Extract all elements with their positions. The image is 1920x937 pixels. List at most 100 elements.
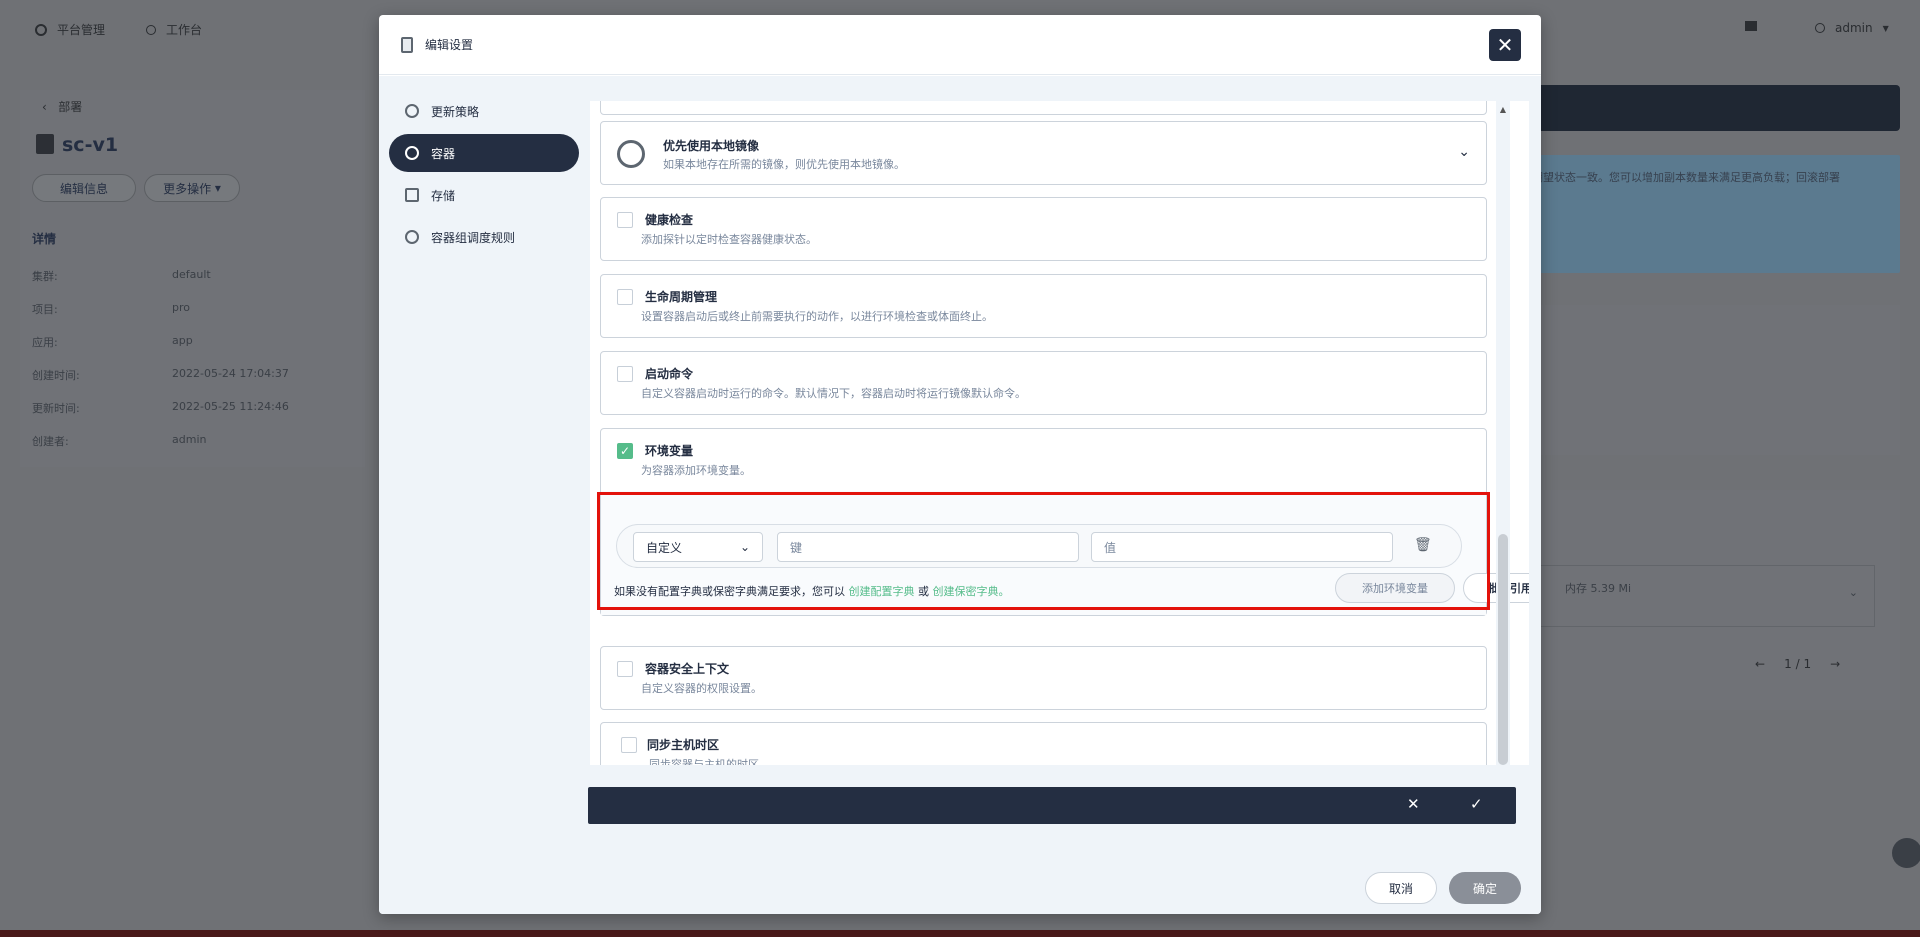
- detail-value: 2022-05-24 17:04:37: [172, 367, 289, 380]
- env-hint: 如果没有配置字典或保密字典满足要求，您可以 创建配置字典 或 创建保密字典。: [614, 583, 1010, 599]
- detail-key: 更新时间:: [32, 402, 80, 415]
- hint-or: 或: [918, 585, 929, 598]
- lifecycle-checkbox[interactable]: [617, 289, 633, 305]
- detail-value: admin: [172, 433, 207, 446]
- app-icon: [36, 134, 54, 154]
- env-vars-checkbox[interactable]: ✓: [617, 443, 633, 459]
- bottom-strip: [0, 930, 1920, 937]
- sidebar-item-scheduling[interactable]: 容器组调度规则: [389, 218, 579, 256]
- nav-platform[interactable]: 平台管理: [35, 21, 105, 38]
- sidebar-item-label: 更新策略: [431, 104, 480, 119]
- start-command-checkbox[interactable]: [617, 366, 633, 382]
- workbench-icon: [146, 24, 156, 35]
- card-title: 生命周期管理: [645, 290, 718, 304]
- detail-key: 应用:: [32, 336, 58, 349]
- detail-key: 创建时间:: [32, 369, 80, 382]
- sidebar-item-storage[interactable]: 存储: [389, 176, 579, 214]
- close-icon: ✕: [1496, 33, 1514, 57]
- card-desc: 自定义容器启动时运行的命令。默认情况下，容器启动时将运行镜像默认命令。: [641, 387, 1026, 400]
- scrollbar-thumb[interactable]: [1498, 534, 1508, 765]
- memory-panel: 内存 5.39 Mi ⌄: [1540, 565, 1875, 627]
- cancel-button[interactable]: 取消: [1365, 872, 1437, 904]
- cancel-label: 取消: [1388, 881, 1413, 896]
- card-desc: 为容器添加环境变量。: [641, 464, 751, 477]
- sync-timezone-checkbox[interactable]: [621, 737, 637, 753]
- card-desc: 自定义容器的权限设置。: [641, 682, 762, 695]
- card-lifecycle: 生命周期管理 设置容器启动后或终止前需要执行的动作，以进行环境检查或体面终止。: [600, 274, 1487, 338]
- container-settings-panel: 优先使用本地镜像 如果本地存在所需的镜像，则优先使用本地镜像。 ⌄ 健康检查 添…: [590, 101, 1529, 765]
- detail-key: 创建者:: [32, 435, 69, 448]
- user-menu[interactable]: admin ▼: [1815, 21, 1889, 35]
- card-health-check: 健康检查 添加探针以定时检查容器健康状态。: [600, 197, 1487, 261]
- scroll-up-icon[interactable]: ▲: [1498, 105, 1508, 114]
- edit-settings-modal: 编辑设置 ✕ 更新策略 容器 存储 容器组调度规则 优先使用本地镜像 如果本地存…: [379, 15, 1541, 914]
- pager-label: 1 / 1: [1784, 657, 1812, 671]
- check-icon[interactable]: ✓: [1470, 795, 1483, 813]
- env-value-placeholder: 值: [1104, 540, 1117, 555]
- modal-header: 编辑设置: [379, 15, 1541, 75]
- chevron-down-icon[interactable]: ⌄: [1458, 144, 1470, 160]
- info-text: 期望状态一致。您可以增加副本数量来满足更高负载；回滚部署: [1532, 171, 1840, 184]
- card-title: 容器安全上下文: [645, 662, 730, 676]
- detail-key: 项目:: [32, 303, 58, 316]
- settings-sidebar: 更新策略 容器 存储 容器组调度规则: [389, 92, 579, 260]
- floating-tool-button[interactable]: [1892, 838, 1920, 868]
- nav-workbench-label: 工作台: [166, 23, 203, 37]
- next-icon[interactable]: →: [1830, 657, 1840, 671]
- create-secret-link[interactable]: 创建保密字典。: [933, 585, 1010, 598]
- modal-title: 编辑设置: [425, 38, 474, 52]
- back-link[interactable]: ‹ 部署: [42, 98, 82, 115]
- chevron-down-icon[interactable]: ⌄: [1849, 586, 1858, 599]
- trash-icon[interactable]: 🗑: [1414, 537, 1432, 553]
- memory-label: 内存 5.39 Mi: [1565, 582, 1632, 595]
- sidebar-item-update-strategy[interactable]: 更新策略: [389, 92, 579, 130]
- more-actions-label: 更多操作: [163, 181, 212, 196]
- env-key-input[interactable]: 键: [777, 532, 1079, 562]
- detail-value: default: [172, 268, 211, 281]
- close-icon[interactable]: ✕: [1407, 795, 1420, 813]
- sidebar-item-label: 存储: [431, 188, 456, 203]
- background-header-bar: [1490, 85, 1900, 131]
- health-check-checkbox[interactable]: [617, 212, 633, 228]
- env-type-select[interactable]: 自定义 ⌄: [633, 532, 763, 562]
- prev-icon[interactable]: ←: [1755, 657, 1765, 671]
- pager: ← 1 / 1 →: [1755, 657, 1840, 671]
- card-title: 启动命令: [645, 367, 694, 381]
- card-title: 健康检查: [645, 213, 694, 227]
- chevron-down-icon: ⌄: [739, 540, 750, 554]
- background-info-box: 期望状态一致。您可以增加副本数量来满足更高负载；回滚部署: [1520, 155, 1900, 273]
- user-name: admin: [1835, 21, 1873, 35]
- detail-value: pro: [172, 301, 190, 314]
- more-actions-button[interactable]: 更多操作 ▾: [144, 174, 240, 202]
- security-context-checkbox[interactable]: [617, 661, 633, 677]
- env-value-input[interactable]: 值: [1091, 532, 1393, 562]
- notification-icon[interactable]: [1745, 21, 1757, 31]
- card-desc: 添加探针以定时检查容器健康状态。: [641, 233, 817, 246]
- nav-workbench[interactable]: 工作台: [146, 21, 202, 38]
- chevron-down-icon: ▼: [1882, 23, 1889, 33]
- card-prefer-local-image[interactable]: 优先使用本地镜像 如果本地存在所需的镜像，则优先使用本地镜像。 ⌄: [600, 121, 1487, 185]
- details-title: 详情: [32, 232, 57, 246]
- sidebar-item-label: 容器组调度规则: [431, 230, 516, 245]
- card-start-command: 启动命令 自定义容器启动时运行的命令。默认情况下，容器启动时将运行镜像默认命令。: [600, 351, 1487, 415]
- close-button[interactable]: ✕: [1489, 29, 1521, 61]
- edit-info-button[interactable]: 编辑信息: [32, 174, 136, 202]
- app-detail-panel: ‹ 部署 sc-v1 编辑信息 更多操作 ▾ 详情 集群: default 项目:…: [20, 90, 365, 467]
- detail-row: 创建时间: 2022-05-24 17:04:37: [32, 367, 289, 383]
- confirm-button[interactable]: 确定: [1449, 872, 1521, 904]
- storage-icon: [405, 188, 419, 202]
- back-label: 部署: [58, 100, 83, 114]
- detail-row: 应用: app: [32, 334, 193, 350]
- edit-info-label: 编辑信息: [59, 181, 108, 196]
- app-name: sc-v1: [62, 134, 119, 156]
- clock-icon: [617, 140, 645, 168]
- card-security-context: 容器安全上下文 自定义容器的权限设置。: [600, 646, 1487, 710]
- card-desc: 同步容器与主机的时区。: [649, 758, 770, 765]
- create-configmap-link[interactable]: 创建配置字典: [849, 585, 915, 598]
- detail-value: app: [172, 334, 193, 347]
- hint-text: 如果没有配置字典或保密字典满足要求，您可以: [614, 585, 845, 598]
- add-env-var-button[interactable]: 添加环境变量: [1335, 573, 1455, 603]
- users-icon: [405, 230, 419, 244]
- update-strategy-icon: [405, 104, 419, 118]
- sidebar-item-container[interactable]: 容器: [389, 134, 579, 172]
